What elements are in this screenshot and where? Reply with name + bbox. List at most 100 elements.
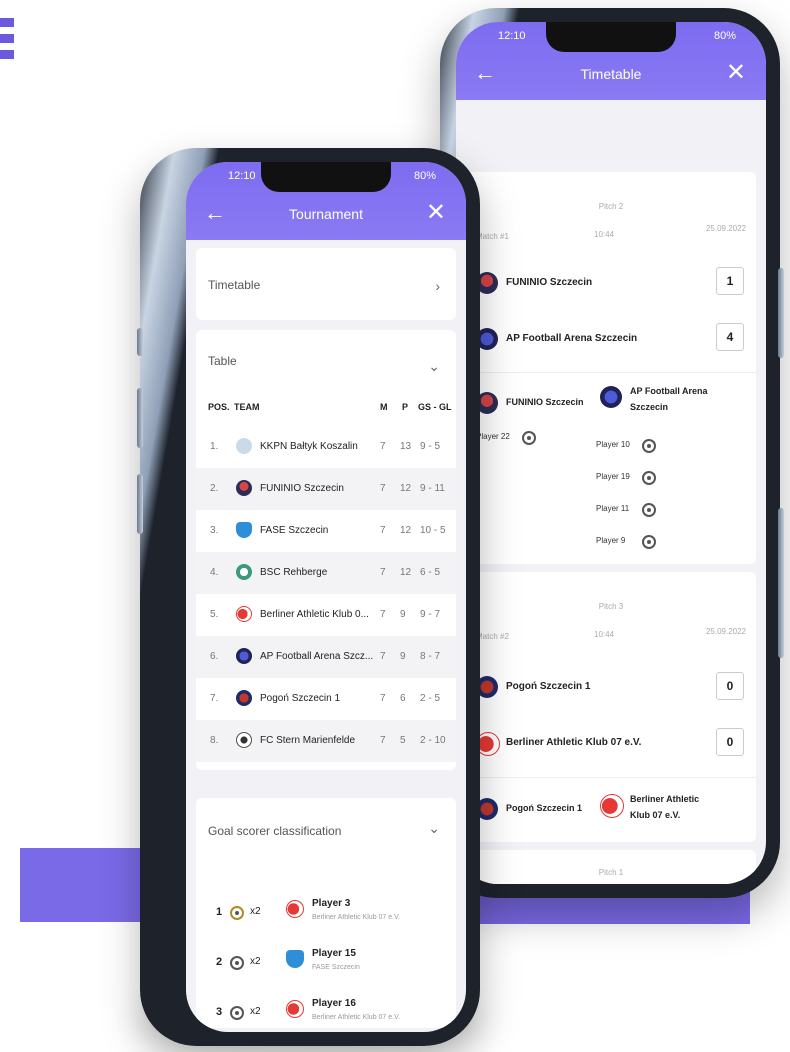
row-m: 7 — [380, 735, 386, 746]
table-row[interactable]: 6. AP Football Arena Szcz... 7 9 8 - 7 — [196, 636, 456, 678]
goal-scorer-label: Goal scorer classification — [208, 824, 342, 838]
row-team: AP Football Arena Szcz... — [260, 651, 374, 662]
match-number: Match #2 — [476, 632, 509, 641]
soccer-ball-icon — [642, 503, 656, 517]
ap-football-logo-icon — [236, 648, 252, 664]
side-button — [137, 328, 143, 356]
col-pos: POS. — [208, 402, 230, 412]
goal-player: Player 9 — [596, 536, 626, 545]
table-row[interactable]: 4. BSC Rehberge 7 12 6 - 5 — [196, 552, 456, 594]
goals-home-header: Pogoń Szczecin 1 — [476, 794, 596, 824]
fase-logo-icon — [286, 950, 304, 968]
goals-away-team-1: AP Football Arena — [630, 386, 708, 396]
chevron-down-icon[interactable]: ⌄ — [428, 820, 440, 837]
soccer-ball-icon — [230, 1006, 244, 1020]
soccer-ball-icon — [522, 431, 536, 445]
home-team-name: FUNINIO Szczecin — [506, 277, 593, 288]
row-p: 13 — [400, 441, 412, 452]
goal-line: Player 10 x1 — [596, 439, 656, 453]
berliner-logo-icon — [600, 794, 624, 818]
match-date: 25.09.2022 — [705, 224, 746, 233]
goal-line: Player 19 x1 — [596, 471, 656, 485]
table-row[interactable]: 2. FUNINIO Szczecin 7 12 9 - 11 — [196, 468, 456, 510]
fase-logo-icon — [236, 522, 252, 538]
scorer-player: Player 15 — [312, 948, 356, 959]
side-button — [137, 474, 143, 534]
away-team-name: AP Football Arena Szczecin — [506, 333, 638, 344]
row-p: 9 — [400, 651, 406, 662]
scorer-rank: 1 — [216, 906, 223, 918]
chevron-right-icon: › — [435, 278, 440, 294]
table-row[interactable]: 1. KKPN Bałtyk Koszalin 7 13 9 - 5 — [196, 426, 456, 468]
row-pos: 8. — [210, 735, 219, 746]
divider — [466, 372, 756, 373]
scorer-item[interactable]: 2 x2 Player 15 FASE Szczecin — [216, 944, 446, 990]
row-pos: 1. — [210, 441, 219, 452]
scorer-goals: x2 — [250, 906, 261, 917]
chevron-down-icon[interactable]: ⌄ — [428, 358, 440, 375]
row-m: 7 — [380, 441, 386, 452]
side-button — [778, 268, 784, 358]
goal-line: Player 22 x1 — [476, 431, 536, 445]
table-row[interactable]: 8. FC Stern Marienfelde 7 5 2 - 10 — [196, 720, 456, 762]
close-icon[interactable]: ✕ — [426, 198, 446, 227]
row-p: 6 — [400, 693, 406, 704]
status-bar: 12:10 80% — [186, 162, 466, 188]
goal-line: Player 11 x1 — [596, 503, 656, 517]
berliner-logo-icon — [286, 900, 304, 918]
soccer-ball-icon — [642, 535, 656, 549]
match-card-1[interactable]: Pitch 2 Match #1 10:44 25.09.2022 FUNINI… — [466, 172, 756, 564]
divider — [466, 777, 756, 778]
match-card-2[interactable]: Pitch 3 Match #2 10:44 25.09.2022 Pogoń … — [466, 572, 756, 842]
timetable-row[interactable]: Timetable › — [196, 248, 456, 320]
goal-player: Player 19 — [596, 472, 630, 481]
scorer-rank: 2 — [216, 956, 223, 968]
home-score: 0 — [716, 672, 744, 700]
match-card-3[interactable]: Pitch 1 — [466, 850, 756, 884]
goal-scorer-card: Goal scorer classification ⌄ 1 x2 Player… — [196, 798, 456, 1028]
page-title: Timetable — [580, 66, 642, 82]
row-m: 7 — [380, 693, 386, 704]
goals-away-team-1: Berliner Athletic — [630, 794, 700, 804]
scorer-item[interactable]: 1 x2 Player 3 Berliner Athletic Klub 07 … — [216, 894, 446, 940]
status-time: 12:10 — [228, 170, 256, 182]
row-p: 12 — [400, 483, 412, 494]
table-row[interactable]: 7. Pogoń Szczecin 1 7 6 2 - 5 — [196, 678, 456, 720]
row-team: Pogoń Szczecin 1 — [260, 693, 341, 704]
goals-away-header: Berliner Athletic Klub 07 e.V. — [600, 790, 730, 820]
fc-stern-logo-icon — [236, 732, 252, 748]
row-gs: 9 - 11 — [420, 483, 445, 494]
goals-home-team: FUNINIO Szczecin — [506, 397, 584, 407]
row-m: 7 — [380, 483, 386, 494]
away-score: 0 — [716, 728, 744, 756]
pitch-label: Pitch 3 — [598, 602, 624, 611]
col-p: P — [402, 402, 409, 412]
row-m: 7 — [380, 525, 386, 536]
away-team-row: Berliner Athletic Klub 07 e.V. — [476, 728, 746, 758]
timetable-label: Timetable — [208, 278, 261, 292]
row-gs: 6 - 5 — [420, 567, 441, 578]
row-pos: 5. — [210, 609, 219, 620]
status-time: 12:10 — [498, 30, 526, 42]
goal-player: Player 10 — [596, 440, 630, 449]
goals-home-header: FUNINIO Szczecin — [476, 388, 586, 418]
away-team-row: AP Football Arena Szczecin — [476, 324, 746, 354]
row-p: 5 — [400, 735, 406, 746]
table-label: Table — [208, 354, 237, 368]
home-team-row: Pogoń Szczecin 1 — [476, 672, 746, 702]
table-row[interactable]: 5. Berliner Athletic Klub 0... 7 9 9 - 7 — [196, 594, 456, 636]
table-row[interactable]: 3. FASE Szczecin 7 12 10 - 5 — [196, 510, 456, 552]
status-battery: 80% — [413, 170, 436, 182]
funinio-logo-icon — [236, 480, 252, 496]
bsc-logo-icon — [236, 564, 252, 580]
close-icon[interactable]: ✕ — [726, 58, 746, 87]
col-team: TEAM — [234, 402, 260, 412]
standings-table: Table ⌄ POS. TEAM M P GS - GL 1. KKPN Ba… — [196, 330, 456, 770]
page-title: Tournament — [289, 206, 363, 222]
corner-brand-mark — [0, 18, 14, 59]
goals-away-team-2: Szczecin — [630, 402, 669, 412]
scorer-item[interactable]: 3 x2 Player 16 Berliner Athletic Klub 07… — [216, 994, 446, 1032]
row-team: FC Stern Marienfelde — [260, 735, 356, 746]
scorer-player: Player 3 — [312, 898, 351, 909]
match-date: 25.09.2022 — [705, 627, 746, 636]
